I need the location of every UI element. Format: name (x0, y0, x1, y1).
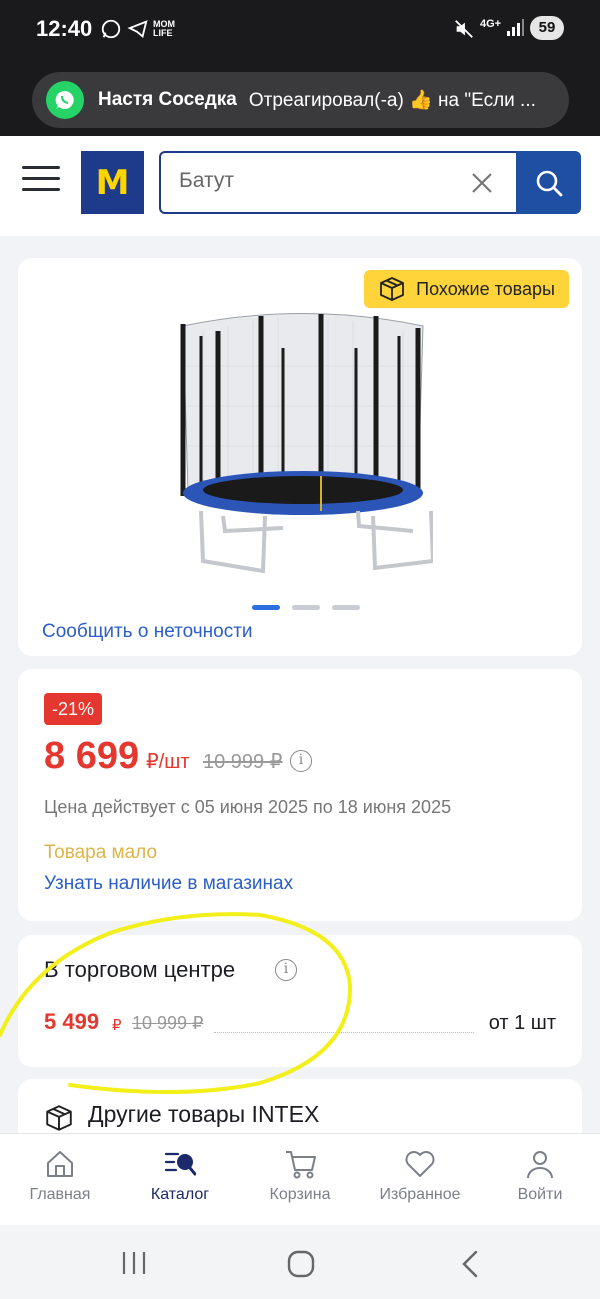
nav-label: Избранное (379, 1186, 461, 1203)
other-products-title: Другие товары INTEX (88, 1101, 320, 1127)
mall-price: 5 499 (44, 1009, 100, 1034)
gallery-pagination (252, 605, 372, 610)
telegram-icon (127, 18, 149, 44)
user-icon (527, 1151, 553, 1179)
notification-sender: Настя Соседка (98, 89, 237, 110)
cart-icon (286, 1151, 316, 1179)
gallery-dot[interactable] (252, 605, 280, 610)
menu-bar (22, 177, 60, 180)
trampoline-image[interactable] (173, 306, 433, 576)
nav-label: Войти (517, 1186, 563, 1203)
mute-icon (453, 18, 475, 44)
search-button[interactable] (516, 151, 581, 214)
store-logo[interactable]: M (81, 151, 144, 214)
status-bar: 12:40 MOM LIFE 4G+ 59 (0, 0, 600, 60)
network-type: 4G+ (480, 18, 502, 30)
mall-min-qty: от 1 шт (488, 1012, 556, 1034)
mall-price-card: В торговом центре i 5 499 ₽ 10 999 ₽ от … (18, 935, 582, 1067)
status-time: 12:40 (36, 16, 93, 41)
product-gallery-card: Похожие товары Сообщить о неточности (18, 258, 582, 656)
home-circle-icon[interactable] (286, 1249, 316, 1279)
logo-letter: M (95, 162, 130, 203)
recent-apps-icon[interactable] (120, 1250, 148, 1276)
menu-bar (22, 188, 60, 191)
whatsapp-icon (46, 81, 84, 119)
check-availability-link[interactable]: Узнать наличие в магазинах (44, 873, 293, 895)
dotted-leader (214, 1032, 474, 1033)
box-icon (46, 1105, 72, 1131)
nav-label: Главная (29, 1186, 91, 1203)
discount-badge: -21% (44, 693, 103, 725)
search-icon (536, 170, 562, 196)
menu-bar (22, 166, 60, 169)
price-unit: ₽/шт (146, 751, 190, 773)
mall-old-price: 10 999 ₽ (132, 1013, 204, 1033)
app-logo-icon: MOM LIFE (153, 19, 175, 38)
nav-home[interactable]: Главная (0, 1134, 120, 1226)
clear-icon[interactable] (469, 170, 495, 196)
nav-favorites[interactable]: Избранное (360, 1134, 480, 1226)
price-card: -21% 8 699 ₽/шт 10 999 ₽ i Цена действуе… (18, 669, 582, 921)
price-validity: Цена действует с 05 июня 2025 по 18 июня… (44, 797, 452, 817)
old-price: 10 999 ₽ (203, 751, 283, 773)
box-icon (380, 277, 405, 301)
similar-products-label: Похожие товары (416, 278, 555, 299)
nav-cart[interactable]: Корзина (240, 1134, 360, 1226)
mall-currency: ₽ (112, 1017, 122, 1034)
search-input[interactable] (179, 169, 449, 193)
heart-icon (405, 1151, 435, 1177)
mall-title: В торговом центре (44, 957, 236, 982)
current-price: 8 699 (44, 735, 140, 777)
system-navigation-bar (0, 1225, 600, 1299)
menu-button[interactable] (22, 166, 60, 196)
whatsapp-icon (100, 18, 122, 44)
info-icon[interactable]: i (290, 750, 312, 772)
signal-icon (505, 18, 525, 42)
back-icon[interactable] (458, 1249, 482, 1279)
gallery-dot[interactable] (332, 605, 360, 610)
stock-status: Товара мало (44, 842, 158, 863)
app-header: M (0, 136, 600, 236)
battery-indicator: 59 (530, 16, 564, 40)
nav-login[interactable]: Войти (480, 1134, 600, 1226)
notification-toast[interactable]: Настя Соседка Отреагировал(-а) 👍 на "Есл… (32, 72, 569, 128)
report-inaccuracy-link[interactable]: Сообщить о неточности (42, 621, 253, 643)
info-icon[interactable]: i (275, 959, 297, 981)
gallery-dot[interactable] (292, 605, 320, 610)
nav-catalog[interactable]: Каталог (120, 1134, 240, 1226)
home-icon (47, 1151, 73, 1177)
catalog-icon (164, 1152, 196, 1176)
similar-products-button[interactable]: Похожие товары (364, 270, 569, 308)
notification-text: Отреагировал(-а) 👍 на "Если ... (248, 90, 536, 111)
bottom-navigation: Главная Каталог Корзина Избранное Войти (0, 1133, 600, 1225)
search-box (159, 151, 517, 214)
nav-label: Корзина (269, 1186, 331, 1203)
nav-label: Каталог (150, 1186, 210, 1203)
